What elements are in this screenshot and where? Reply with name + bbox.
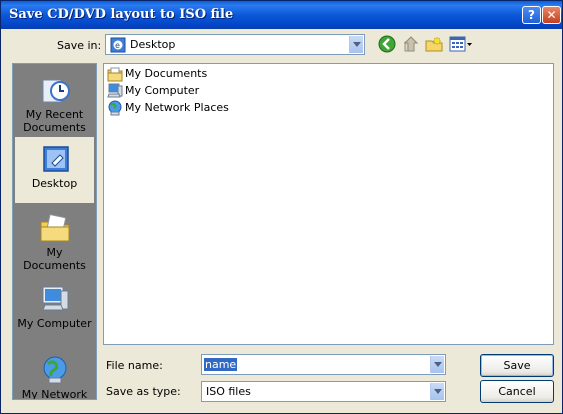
my-computer-icon <box>107 83 123 98</box>
place-label: My Documents <box>23 246 86 272</box>
place-my-recent-documents[interactable]: My Recent Documents <box>14 68 95 136</box>
save-type-dropdown[interactable]: ISO files <box>201 381 446 402</box>
place-my-computer[interactable]: My Computer <box>14 277 95 345</box>
place-label: My Computer <box>17 317 92 330</box>
file-name-value[interactable]: name <box>204 358 238 371</box>
file-name: My Network Places <box>125 101 229 114</box>
back-icon[interactable] <box>378 35 396 53</box>
place-my-documents[interactable]: My Documents <box>14 206 95 274</box>
place-desktop[interactable]: Desktop <box>14 136 95 204</box>
my-documents-icon <box>40 213 70 242</box>
file-name: My Computer <box>125 84 200 97</box>
save-in-dropdown[interactable]: e Desktop <box>105 34 365 55</box>
chevron-down-icon[interactable] <box>430 383 444 400</box>
svg-text:e: e <box>115 41 120 50</box>
recent-documents-icon <box>42 79 70 103</box>
window-title: Save CD/DVD layout to ISO file <box>9 7 234 22</box>
save-type-label: Save as type: <box>106 385 181 398</box>
my-documents-icon <box>107 67 123 82</box>
save-button[interactable]: Save <box>480 354 554 377</box>
view-menu-icon[interactable] <box>449 35 473 53</box>
title-bar[interactable]: Save CD/DVD layout to ISO file ? ✕ <box>1 1 562 29</box>
save-in-value: Desktop <box>130 38 176 51</box>
save-type-value: ISO files <box>206 385 251 398</box>
desktop-icon <box>43 146 69 172</box>
close-button[interactable]: ✕ <box>542 6 561 24</box>
network-icon <box>108 100 122 116</box>
places-bar: My Recent Documents Desktop My Documents <box>12 63 97 400</box>
file-list[interactable]: My Documents My Computer My Network Plac… <box>103 63 554 345</box>
network-icon <box>43 356 67 384</box>
file-name: My Documents <box>125 67 208 80</box>
my-computer-icon <box>42 286 69 311</box>
place-my-network[interactable]: My Network <box>14 348 95 400</box>
cancel-button[interactable]: Cancel <box>480 380 554 403</box>
place-label: My Recent Documents <box>23 108 86 134</box>
up-folder-icon[interactable] <box>402 35 420 53</box>
save-iso-dialog: Save CD/DVD layout to ISO file ? ✕ Save … <box>0 0 563 414</box>
place-label: My Network <box>21 388 88 400</box>
chevron-down-icon[interactable] <box>349 36 363 53</box>
desktop-icon: e <box>110 37 126 53</box>
place-label: Desktop <box>31 177 78 190</box>
new-folder-icon[interactable] <box>425 35 443 53</box>
chevron-down-icon[interactable] <box>430 356 444 373</box>
save-in-label: Save in: <box>57 39 102 52</box>
help-button[interactable]: ? <box>522 6 541 24</box>
file-name-label: File name: <box>106 359 163 372</box>
file-name-field[interactable]: name <box>201 354 446 375</box>
